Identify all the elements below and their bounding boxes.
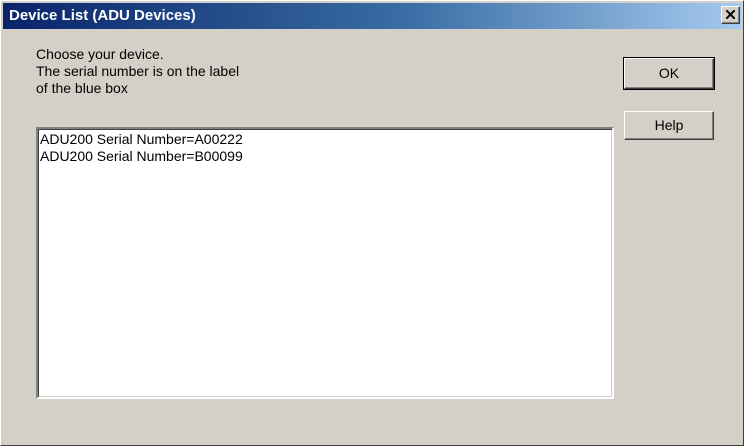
help-button[interactable]: Help [624, 111, 714, 140]
device-list-dialog: Device List (ADU Devices) Choose your de… [0, 0, 744, 446]
ok-button[interactable]: OK [623, 57, 715, 90]
instructions-text: Choose your device. The serial number is… [36, 46, 239, 97]
device-list-item[interactable]: ADU200 Serial Number=A00222 [40, 131, 243, 147]
title-bar[interactable]: Device List (ADU Devices) [3, 3, 741, 29]
device-listbox[interactable]: ADU200 Serial Number=A00222 ADU200 Seria… [36, 127, 614, 399]
device-list-item[interactable]: ADU200 Serial Number=B00099 [40, 148, 243, 164]
window-title: Device List (ADU Devices) [9, 7, 196, 24]
instructions-line-3: of the blue box [36, 80, 128, 96]
close-icon [726, 10, 735, 19]
instructions-line-2: The serial number is on the label [36, 63, 240, 79]
close-button[interactable] [721, 6, 740, 24]
instructions-line-1: Choose your device. [36, 46, 164, 62]
